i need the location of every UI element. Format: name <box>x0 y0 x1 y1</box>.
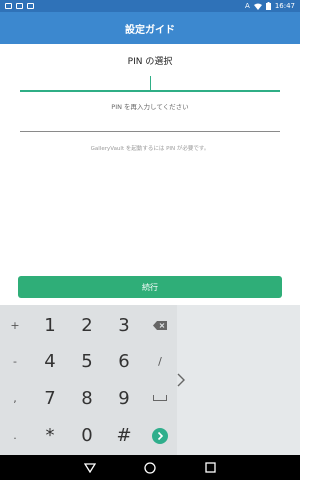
key-7[interactable]: 7 <box>38 384 62 412</box>
key-star[interactable]: * <box>38 421 62 449</box>
home-icon <box>144 461 156 474</box>
battery-icon <box>265 2 271 10</box>
recents-button[interactable] <box>204 462 216 474</box>
key-minus[interactable]: - <box>5 351 25 371</box>
key-0[interactable]: 0 <box>75 421 99 449</box>
back-button[interactable] <box>84 462 96 474</box>
keyboard-side-panel <box>177 305 300 455</box>
key-3[interactable]: 3 <box>112 311 136 339</box>
pin-title: PIN の選択 <box>127 57 173 67</box>
key-1[interactable]: 1 <box>38 311 62 339</box>
photo-icon <box>5 3 12 9</box>
clock: 16:47 <box>274 2 295 10</box>
key-plus[interactable]: + <box>5 315 25 335</box>
key-slash[interactable]: / <box>148 351 172 371</box>
keyboard-indicator: A <box>245 2 250 10</box>
home-button[interactable] <box>144 461 156 474</box>
enter-icon <box>152 428 168 444</box>
continue-button[interactable]: 続行 <box>18 276 282 298</box>
backspace-icon <box>153 320 167 330</box>
navigation-bar <box>0 455 300 480</box>
numeric-keyboard: + - , . 1 2 3 4 5 6 7 8 9 * 0 # / <box>0 305 300 455</box>
recents-icon <box>204 462 216 473</box>
key-2[interactable]: 2 <box>75 311 99 339</box>
key-comma[interactable]: , <box>5 388 25 408</box>
key-backspace[interactable] <box>148 315 172 335</box>
chevron-right-icon[interactable] <box>172 367 190 393</box>
wifi-icon <box>253 3 262 10</box>
image-icon <box>16 3 23 9</box>
pin-setup-content: PIN の選択 PIN を再入力してください GalleryVault を起動す… <box>0 44 300 276</box>
key-hash[interactable]: # <box>112 421 136 449</box>
app-bar-title: 設定ガイド <box>125 24 175 36</box>
key-6[interactable]: 6 <box>112 347 136 375</box>
key-5[interactable]: 5 <box>75 347 99 375</box>
key-period[interactable]: . <box>5 425 25 445</box>
pin-reenter-label: PIN を再入力してください <box>111 103 189 111</box>
status-bar: A 16:47 <box>0 0 300 12</box>
key-9[interactable]: 9 <box>112 384 136 412</box>
key-space[interactable] <box>148 388 172 408</box>
app-bar: 設定ガイド <box>0 12 300 44</box>
pin-input[interactable] <box>20 76 280 92</box>
key-8[interactable]: 8 <box>75 384 99 412</box>
text-cursor <box>150 76 151 90</box>
key-enter[interactable] <box>148 425 172 447</box>
document-icon <box>27 3 34 9</box>
space-icon <box>153 395 167 401</box>
key-4[interactable]: 4 <box>38 347 62 375</box>
pin-reenter-input[interactable] <box>20 120 280 132</box>
pin-info-text: GalleryVault を起動するには PIN が必要です。 <box>90 146 210 152</box>
back-icon <box>84 462 96 473</box>
